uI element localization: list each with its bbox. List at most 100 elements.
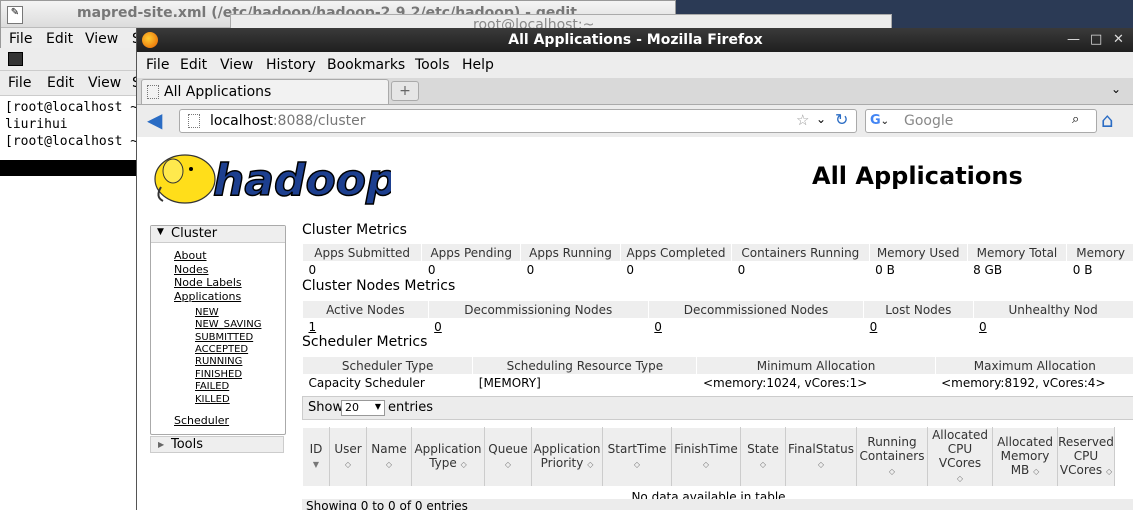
col-allocated-cpu[interactable]: Allocated CPU VCores ◇ xyxy=(927,427,993,487)
entries-per-page-select[interactable]: 20 ▼ xyxy=(341,400,385,416)
col-header[interactable]: Scheduler Type xyxy=(301,357,473,374)
hadoop-logo: hadoop xyxy=(151,149,398,207)
collapse-triangle-icon: ▶ xyxy=(158,440,165,449)
nav-link-failed[interactable]: FAILED xyxy=(195,381,285,393)
col-header[interactable]: Scheduling Resource Type xyxy=(472,357,697,374)
home-icon[interactable]: ⌂ xyxy=(1101,109,1114,131)
nav-link-new-saving[interactable]: NEW_SAVING xyxy=(195,319,285,331)
col-name[interactable]: Name ◇ xyxy=(366,427,412,487)
header-label: StartTime xyxy=(607,442,667,456)
header-label: Allocated Memory MB xyxy=(997,435,1053,477)
url-bar[interactable]: localhost:8088/cluster ☆ ⌄ ↻ xyxy=(179,109,857,133)
col-header[interactable]: Active Nodes xyxy=(302,301,429,318)
bookmark-star-icon[interactable]: ☆ xyxy=(796,111,809,129)
menu-file[interactable]: File xyxy=(146,57,169,73)
nav-link-node-labels[interactable]: Node Labels xyxy=(174,276,285,290)
gedit-menu-file[interactable]: File xyxy=(9,31,32,47)
nav-link-finished[interactable]: FINISHED xyxy=(195,369,285,381)
nav-link-accepted[interactable]: ACCEPTED xyxy=(195,344,285,356)
menu-view[interactable]: View xyxy=(220,57,253,73)
col-header[interactable]: Unhealthy Nod xyxy=(972,301,1133,318)
col-header[interactable]: Apps Running xyxy=(520,244,621,261)
sidebar-cluster-header[interactable]: ▼ Cluster xyxy=(151,226,285,243)
col-finalstatus[interactable]: FinalStatus ◇ xyxy=(785,427,857,487)
sort-icon: ◇ xyxy=(888,467,896,476)
header-label: User xyxy=(334,442,362,456)
col-header[interactable]: Apps Submitted xyxy=(301,244,422,261)
col-running-containers[interactable]: Running Containers ◇ xyxy=(856,427,928,487)
sort-icon: ◇ xyxy=(1105,467,1113,476)
nav-link-running[interactable]: RUNNING xyxy=(195,356,285,368)
tab-all-applications[interactable]: All Applications xyxy=(141,79,389,104)
col-header[interactable]: Maximum Allocation xyxy=(934,357,1133,374)
col-header[interactable]: Lost Nodes xyxy=(863,301,974,318)
firefox-titlebar[interactable]: All Applications - Mozilla Firefox — □ ✕ xyxy=(137,28,1133,52)
expand-triangle-icon: ▼ xyxy=(157,227,164,237)
lost-nodes-link[interactable]: 0 xyxy=(870,320,878,334)
decommissioned-nodes-link[interactable]: 0 xyxy=(654,320,662,334)
terminal-titlebar[interactable] xyxy=(0,48,136,71)
col-id[interactable]: ID ▼ xyxy=(302,427,330,487)
nav-link-about[interactable]: About xyxy=(174,249,285,263)
menu-help[interactable]: Help xyxy=(462,57,494,73)
nav-link-applications[interactable]: Applications xyxy=(174,290,285,304)
col-header[interactable]: Memory xyxy=(1066,244,1133,261)
reload-icon[interactable]: ↻ xyxy=(835,110,848,129)
search-bar[interactable]: G⌄ Google ⌕ xyxy=(865,109,1097,133)
nodes-metrics-heading: Cluster Nodes Metrics xyxy=(302,278,456,294)
gedit-menu-edit[interactable]: Edit xyxy=(46,31,73,47)
active-nodes-link[interactable]: 1 xyxy=(309,320,317,334)
show-label: Show xyxy=(308,400,344,415)
nav-link-killed[interactable]: KILLED xyxy=(195,394,285,406)
col-user[interactable]: User ◇ xyxy=(329,427,367,487)
new-tab-button[interactable]: + xyxy=(391,81,419,101)
col-allocated-memory[interactable]: Allocated Memory MB ◇ xyxy=(992,427,1058,487)
minimize-icon[interactable]: — xyxy=(1067,32,1080,47)
nav-link-nodes[interactable]: Nodes xyxy=(174,263,285,277)
decommissioning-nodes-link[interactable]: 0 xyxy=(434,320,442,334)
col-header[interactable]: Memory Used xyxy=(868,244,968,261)
terminal-menu-file[interactable]: File xyxy=(8,75,31,91)
sidebar-tools-header[interactable]: ▶ Tools xyxy=(150,436,284,453)
search-icon[interactable]: ⌕ xyxy=(1072,112,1079,127)
col-header[interactable]: Apps Pending xyxy=(421,244,521,261)
tab-list-icon[interactable]: ⌄ xyxy=(1111,82,1121,96)
col-state[interactable]: State ◇ xyxy=(740,427,786,487)
col-reserved-cpu[interactable]: Reserved CPU VCores ◇ xyxy=(1057,427,1115,487)
col-header[interactable]: Decommissioning Nodes xyxy=(427,301,649,318)
table-info: Showing 0 to 0 of 0 entries xyxy=(302,499,1133,510)
col-header[interactable]: Minimum Allocation xyxy=(696,357,936,374)
terminal-menu-view[interactable]: View xyxy=(88,75,121,91)
gedit-app-icon: ✎ xyxy=(7,6,23,24)
menu-history[interactable]: History xyxy=(266,57,316,73)
col-finishtime[interactable]: FinishTime ◇ xyxy=(671,427,741,487)
gedit-menu-view[interactable]: View xyxy=(85,31,118,47)
col-header[interactable]: Decommissioned Nodes xyxy=(647,301,864,318)
nav-link-submitted[interactable]: SUBMITTED xyxy=(195,332,285,344)
close-icon[interactable]: ✕ xyxy=(1113,32,1124,47)
col-header[interactable]: Containers Running xyxy=(731,244,870,261)
menu-tools[interactable]: Tools xyxy=(415,57,450,73)
nodes-metrics-table: Active Nodes Decommissioning Nodes Decom… xyxy=(302,301,1133,335)
col-starttime[interactable]: StartTime ◇ xyxy=(602,427,672,487)
url-host: localhost xyxy=(210,113,273,129)
sort-icon: ◇ xyxy=(817,460,825,469)
menu-bookmarks[interactable]: Bookmarks xyxy=(327,57,405,73)
sort-icon: ◇ xyxy=(385,460,393,469)
url-dropdown-icon[interactable]: ⌄ xyxy=(816,112,826,126)
col-header[interactable]: Memory Total xyxy=(966,244,1067,261)
sort-icon: ◇ xyxy=(956,474,964,483)
menu-edit[interactable]: Edit xyxy=(180,57,207,73)
search-engine-icon[interactable]: G⌄ xyxy=(870,113,889,128)
unhealthy-nodes-link[interactable]: 0 xyxy=(979,320,987,334)
col-app-priority[interactable]: Application Priority ◇ xyxy=(531,427,603,487)
nav-link-scheduler[interactable]: Scheduler xyxy=(174,414,285,428)
terminal-menu-edit[interactable]: Edit xyxy=(47,75,74,91)
nav-link-new[interactable]: NEW xyxy=(195,307,285,319)
scheduler-metrics-heading: Scheduler Metrics xyxy=(302,334,428,350)
col-queue[interactable]: Queue ◇ xyxy=(484,427,532,487)
maximize-icon[interactable]: □ xyxy=(1090,32,1102,47)
col-app-type[interactable]: Application Type ◇ xyxy=(411,427,485,487)
col-header[interactable]: Apps Completed xyxy=(619,244,732,261)
back-icon[interactable]: ◀ xyxy=(147,110,162,130)
